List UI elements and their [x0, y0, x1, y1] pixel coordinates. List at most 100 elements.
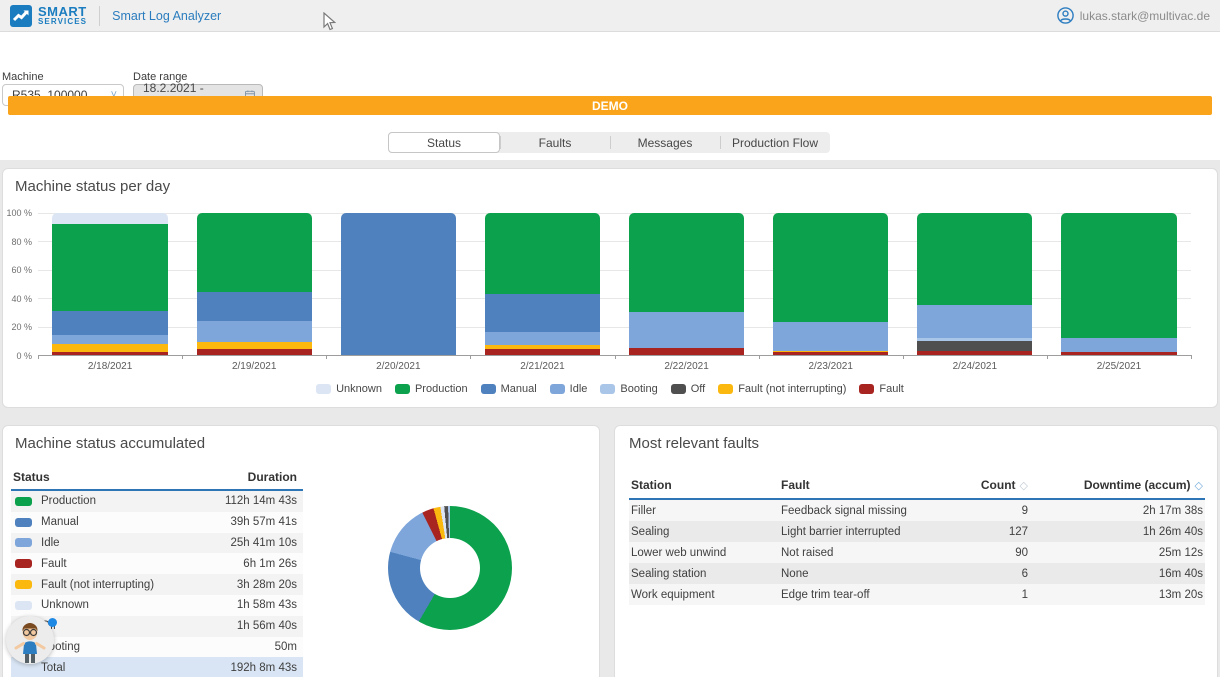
bar-segment-manual[interactable]: [485, 294, 600, 332]
bar-segment-fault[interactable]: [917, 351, 1032, 355]
logo-mark-icon: [10, 5, 32, 27]
count-cell: 9: [913, 505, 1028, 517]
bar-segment-fault[interactable]: [485, 349, 600, 355]
status-donut-chart[interactable]: [388, 506, 512, 630]
bar-segment-idle[interactable]: [197, 321, 312, 342]
x-axis-tick: [326, 355, 327, 359]
y-axis-tick-label: 100 %: [6, 208, 32, 218]
duration-value: 25h 41m 10s: [231, 537, 298, 549]
bar-segment-production[interactable]: [629, 213, 744, 312]
chart-title: Machine status per day: [3, 169, 1217, 195]
total-duration: 192h 8m 43s: [231, 662, 298, 674]
assistant-character-icon: [13, 622, 47, 664]
bar-segment-production[interactable]: [52, 224, 167, 311]
assistant-notification-dot: [48, 618, 57, 627]
fault-cell: Light barrier interrupted: [781, 526, 913, 538]
bar-segment-production[interactable]: [197, 213, 312, 292]
bar-segment-idle[interactable]: [52, 335, 167, 344]
bar-segment-fault[interactable]: [773, 352, 888, 355]
tab-faults[interactable]: Faults: [500, 132, 610, 153]
status-swatch-icon: [15, 518, 32, 527]
duration-value: 1h 58m 43s: [237, 599, 297, 611]
legend-label: Off: [691, 383, 705, 395]
bar-segment-production[interactable]: [773, 213, 888, 322]
count-cell: 127: [913, 526, 1028, 538]
downtime-cell: 13m 20s: [1028, 589, 1203, 601]
bar-segment-idle[interactable]: [917, 305, 1032, 338]
status-name: Fault (not interrupting): [41, 579, 154, 591]
tab-production-flow[interactable]: Production Flow: [720, 132, 830, 153]
status-name: Fault: [41, 558, 67, 570]
sort-downtime-icon[interactable]: ◇: [1195, 480, 1203, 492]
count-cell: 90: [913, 547, 1028, 559]
bar-segment-manual[interactable]: [341, 213, 456, 355]
bar-segment-fault[interactable]: [197, 349, 312, 355]
stacked-bar-2/21/2021[interactable]: [485, 213, 600, 355]
stacked-bar-2/19/2021[interactable]: [197, 213, 312, 355]
y-axis-labels: 100 %80 %60 %40 %20 %0 %: [3, 213, 34, 356]
table-row: Manual39h 57m 41s: [11, 512, 303, 533]
bar-segment-idle[interactable]: [1061, 338, 1176, 352]
bar-segment-idle[interactable]: [773, 322, 888, 350]
table-row: Sealing stationNone616m 40s: [629, 563, 1205, 584]
legend-item-manual: Manual: [481, 383, 537, 395]
assistant-chat-avatar[interactable]: [6, 616, 54, 664]
table-row: Work equipmentEdge trim tear-off113m 20s: [629, 584, 1205, 605]
bar-segment-fault[interactable]: [1061, 352, 1176, 355]
bar-segment-manual[interactable]: [52, 311, 167, 335]
status-name: Unknown: [41, 599, 89, 611]
stacked-bar-2/24/2021[interactable]: [917, 213, 1032, 355]
card-machine-status-per-day: Machine status per day 100 %80 %60 %40 %…: [2, 168, 1218, 408]
status-cell: Fault (not interrupting): [15, 579, 154, 591]
bar-segment-fault-not-interrupting-[interactable]: [52, 344, 167, 353]
x-axis-tick: [182, 355, 183, 359]
faults-table: Station Fault Count◇ Downtime (accum)◇ F…: [629, 474, 1205, 605]
duration-value: 3h 28m 20s: [237, 579, 297, 591]
legend-label: Fault: [879, 383, 903, 395]
bar-segment-idle[interactable]: [629, 312, 744, 348]
user-email: lukas.stark@multivac.de: [1080, 9, 1210, 23]
demo-banner-label: DEMO: [592, 99, 628, 113]
bar-segment-idle[interactable]: [485, 332, 600, 345]
bar-segment-unknown[interactable]: [52, 213, 167, 224]
stacked-bar-2/22/2021[interactable]: [629, 213, 744, 355]
bar-segment-manual[interactable]: [197, 292, 312, 321]
filter-bar: Machine R535_100000 ˅ Date range 18.2.20…: [0, 32, 1220, 92]
duration-value: 50m: [275, 641, 297, 653]
legend-swatch-icon: [718, 384, 733, 394]
stacked-bar-2/25/2021[interactable]: [1061, 213, 1176, 355]
x-axis-category-label: 2/22/2021: [615, 361, 759, 372]
faults-table-header: Station Fault Count◇ Downtime (accum)◇: [629, 474, 1205, 500]
table-row: Booting50m: [11, 637, 303, 658]
bar-slot: [38, 213, 182, 355]
status-swatch-icon: [15, 601, 32, 610]
bar-segment-off[interactable]: [917, 341, 1032, 351]
duration-value: 112h 14m 43s: [225, 495, 297, 507]
stacked-bar-2/23/2021[interactable]: [773, 213, 888, 355]
user-account[interactable]: lukas.stark@multivac.de: [1057, 7, 1210, 24]
bar-segment-fault[interactable]: [52, 352, 167, 355]
tab-messages[interactable]: Messages: [610, 132, 720, 153]
bar-segment-production[interactable]: [917, 213, 1032, 305]
legend-label: Fault (not interrupting): [738, 383, 846, 395]
status-swatch-icon: [15, 538, 32, 547]
bar-segment-fault[interactable]: [629, 348, 744, 355]
faults-col-station: Station: [631, 478, 781, 492]
bar-segment-production[interactable]: [485, 213, 600, 294]
x-axis-tick: [470, 355, 471, 359]
stacked-bar-2/18/2021[interactable]: [52, 213, 167, 355]
accumulated-table-header: Status Duration: [11, 466, 303, 491]
legend-swatch-icon: [481, 384, 496, 394]
bar-segment-fault-not-interrupting-[interactable]: [197, 342, 312, 349]
x-axis-tick: [1047, 355, 1048, 359]
table-row: Fault (not interrupting) 3h 28m 20s: [11, 574, 303, 595]
y-axis-tick-label: 60 %: [11, 265, 32, 275]
tab-status[interactable]: Status: [388, 132, 500, 153]
bar-segment-production[interactable]: [1061, 213, 1176, 338]
station-cell: Work equipment: [631, 589, 781, 601]
x-axis-category-label: 2/20/2021: [326, 361, 470, 372]
bar-slot: [470, 213, 614, 355]
sort-count-icon[interactable]: ◇: [1020, 480, 1028, 492]
stacked-bar-2/20/2021[interactable]: [341, 213, 456, 355]
legend-item-unknown: Unknown: [316, 383, 382, 395]
